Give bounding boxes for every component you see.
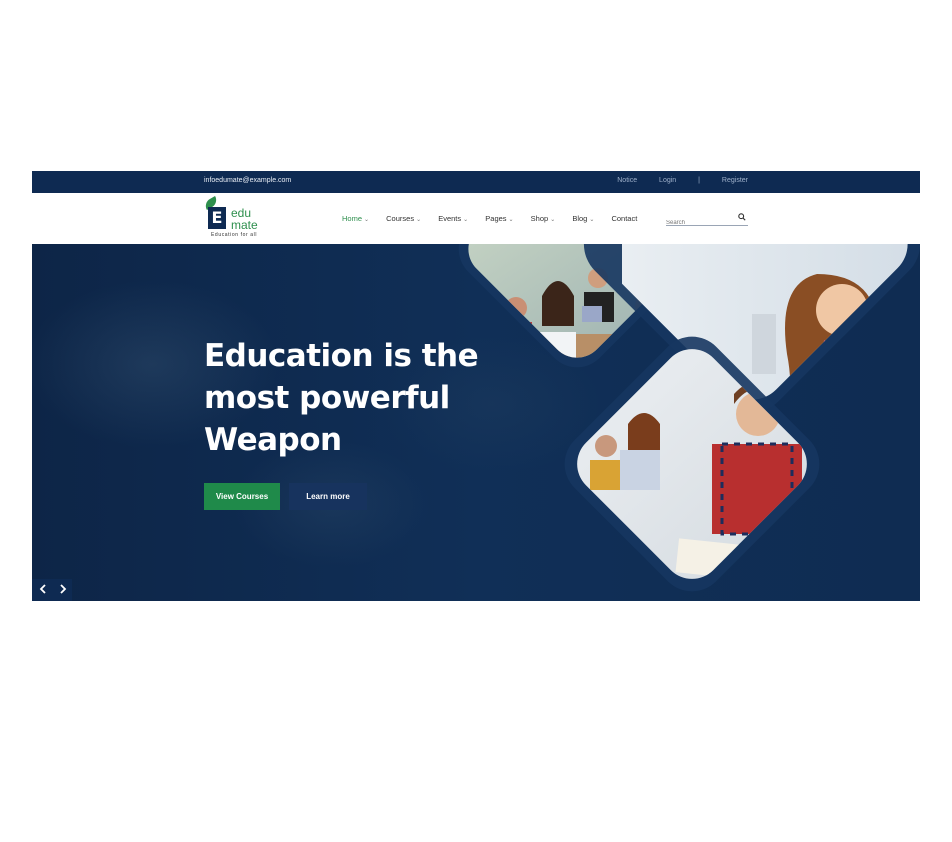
chevron-down-icon: ⌄: [550, 217, 556, 223]
nav-item-blog[interactable]: Blog ⌄: [572, 214, 594, 223]
hero-heading: Education is the most powerful Weapon: [204, 335, 504, 461]
site-header: E edu mate Education for all Home ⌄ Cours…: [32, 193, 920, 244]
nav-item-label: Blog: [572, 214, 588, 223]
page-frame: infoedumate@example.com Notice Login | R…: [32, 171, 920, 601]
top-bar: infoedumate@example.com Notice Login | R…: [32, 171, 920, 193]
nav-item-home[interactable]: Home ⌄: [342, 214, 369, 223]
nav-item-label: Pages: [485, 214, 507, 223]
nav-item-label: Courses: [386, 214, 415, 223]
chevron-down-icon: ⌄: [589, 217, 595, 223]
hero-heading-line: most powerful: [204, 380, 450, 416]
contact-email[interactable]: infoedumate@example.com: [204, 177, 291, 184]
main-nav: Home ⌄ Courses ⌄ Events ⌄ Pages ⌄ Shop ⌄ Blog…: [342, 214, 652, 223]
logo-tagline: Education for all: [211, 232, 258, 238]
hero-heading-line: Weapon: [204, 422, 342, 458]
search-box: [666, 211, 748, 226]
logo-mark: E: [208, 207, 226, 229]
nav-item-label: Contact: [611, 214, 638, 223]
chevron-down-icon: ⌄: [364, 217, 370, 223]
hero-heading-line: Education is the: [204, 338, 479, 374]
nav-item-courses[interactable]: Courses ⌄: [386, 214, 421, 223]
chevron-down-icon: ⌄: [508, 217, 514, 223]
register-link[interactable]: Register: [722, 177, 748, 184]
nav-item-label: Shop: [530, 214, 549, 223]
nav-item-shop[interactable]: Shop ⌄: [531, 214, 556, 223]
nav-item-label: Home: [342, 214, 363, 223]
nav-item-contact[interactable]: Contact: [611, 214, 637, 223]
learn-more-button[interactable]: Learn more: [289, 483, 367, 510]
chevron-down-icon: ⌄: [463, 217, 469, 223]
nav-item-pages[interactable]: Pages ⌄: [485, 214, 513, 223]
login-link[interactable]: Login: [659, 177, 676, 184]
nav-item-label: Events: [438, 214, 462, 223]
chevron-down-icon: ⌄: [416, 217, 422, 223]
nav-item-events[interactable]: Events ⌄: [438, 214, 468, 223]
link-separator: |: [698, 177, 700, 184]
chevron-right-icon[interactable]: [57, 583, 69, 595]
view-courses-button[interactable]: View Courses: [204, 483, 280, 510]
hero-banner: Education is the most powerful Weapon Vi…: [32, 244, 920, 601]
site-logo[interactable]: E edu mate Education for all: [202, 196, 274, 239]
top-links: Notice Login | Register: [597, 177, 748, 184]
notice-link[interactable]: Notice: [617, 177, 637, 184]
search-input[interactable]: [666, 218, 732, 226]
chevron-left-icon[interactable]: [37, 583, 49, 595]
slider-controls: [32, 579, 72, 601]
search-icon[interactable]: [738, 213, 746, 221]
logo-text-mate: mate: [231, 218, 258, 232]
